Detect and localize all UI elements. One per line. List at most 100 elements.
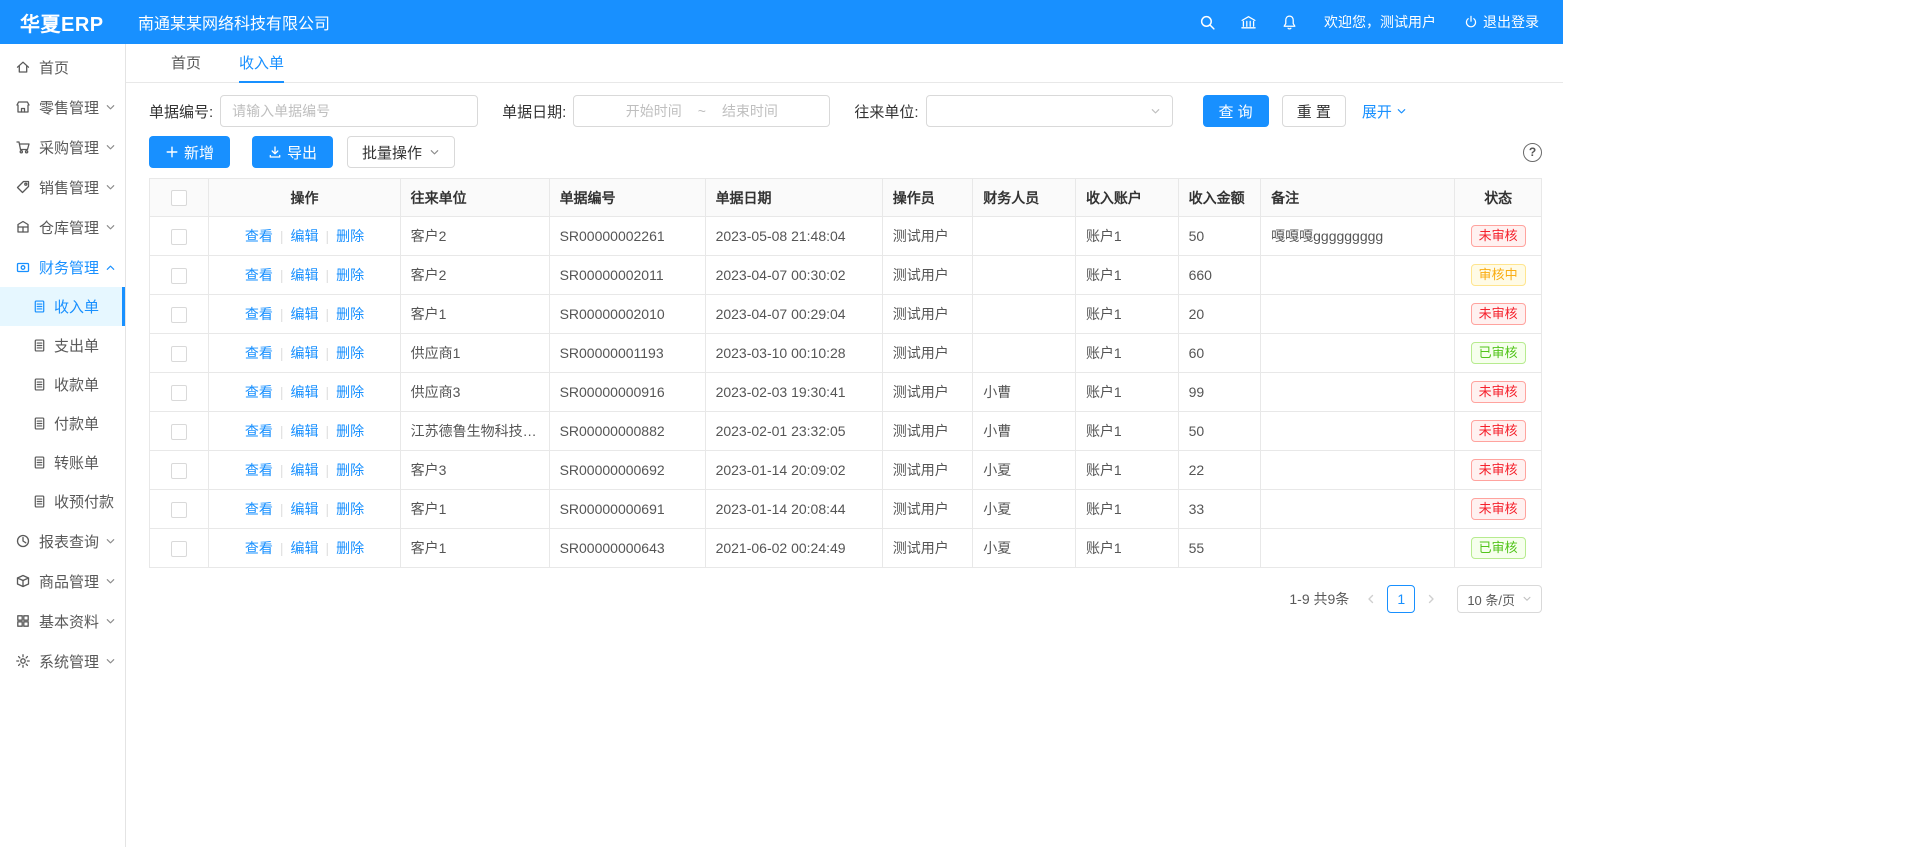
column-header: 操作员 (882, 179, 973, 217)
sidebar-item-advance-payment[interactable]: 收预付款 (0, 482, 125, 521)
chevron-down-icon (105, 576, 116, 587)
status-cell: 已审核 (1455, 334, 1542, 373)
delete-link[interactable]: 删除 (336, 306, 364, 322)
table-row: 查看|编辑|删除客户1SR000000006432021-06-02 00:24… (150, 529, 1542, 568)
sidebar-item-warehouse[interactable]: 仓库管理 (0, 207, 125, 247)
view-link[interactable]: 查看 (245, 423, 273, 439)
view-link[interactable]: 查看 (245, 267, 273, 283)
edit-link[interactable]: 编辑 (290, 501, 318, 517)
actions-cell: 查看|编辑|删除 (209, 295, 400, 334)
row-checkbox[interactable] (171, 502, 187, 518)
delete-link[interactable]: 删除 (336, 228, 364, 244)
doc-date-cell: 2023-04-07 00:30:02 (705, 256, 882, 295)
help-icon[interactable]: ? (1523, 143, 1542, 162)
sidebar-item-home[interactable]: 首页 (0, 47, 125, 87)
tab-income-order[interactable]: 收入单 (239, 44, 284, 83)
row-checkbox[interactable] (171, 307, 187, 323)
delete-link[interactable]: 删除 (336, 267, 364, 283)
sidebar-item-report[interactable]: 报表查询 (0, 521, 125, 561)
search-icon[interactable] (1199, 14, 1216, 31)
search-button[interactable]: 查 询 (1203, 95, 1269, 127)
doc-no-cell: SR00000000882 (549, 412, 705, 451)
view-link[interactable]: 查看 (245, 462, 273, 478)
edit-link[interactable]: 编辑 (290, 306, 318, 322)
status-cell: 未审核 (1455, 217, 1542, 256)
sidebar-item-finance[interactable]: 财务管理 (0, 247, 125, 287)
notification-bell-icon[interactable] (1281, 14, 1298, 31)
remark-cell: 嘎嘎嘎ggggggggg (1261, 217, 1455, 256)
table-row: 查看|编辑|删除江苏德鲁生物科技有限...SR000000008822023-0… (150, 412, 1542, 451)
delete-link[interactable]: 删除 (336, 345, 364, 361)
edit-link[interactable]: 编辑 (290, 345, 318, 361)
row-checkbox[interactable] (171, 424, 187, 440)
status-badge: 未审核 (1471, 498, 1526, 520)
logout-button[interactable]: 退出登录 (1464, 12, 1539, 32)
row-checkbox[interactable] (171, 268, 187, 284)
edit-link[interactable]: 编辑 (290, 462, 318, 478)
income-account-cell: 账户1 (1075, 256, 1178, 295)
next-page-icon[interactable] (1419, 585, 1443, 613)
prev-page-icon[interactable] (1359, 585, 1383, 613)
delete-link[interactable]: 删除 (336, 423, 364, 439)
row-checkbox[interactable] (171, 541, 187, 557)
tab-home[interactable]: 首页 (171, 44, 201, 83)
row-checkbox[interactable] (171, 346, 187, 362)
edit-link[interactable]: 编辑 (290, 267, 318, 283)
partner-select[interactable] (926, 95, 1173, 127)
income-amount-cell: 60 (1178, 334, 1261, 373)
edit-link[interactable]: 编辑 (290, 423, 318, 439)
row-checkbox[interactable] (171, 385, 187, 401)
edit-link[interactable]: 编辑 (290, 540, 318, 556)
row-checkbox[interactable] (171, 463, 187, 479)
page-size-select[interactable]: 10 条/页 (1457, 585, 1542, 613)
income-amount-cell: 50 (1178, 412, 1261, 451)
delete-link[interactable]: 删除 (336, 462, 364, 478)
sidebar-item-system[interactable]: 系统管理 (0, 641, 125, 681)
batch-operations-label: 批量操作 (362, 142, 422, 163)
action-separator: | (325, 540, 329, 556)
reset-button[interactable]: 重 置 (1282, 95, 1346, 127)
sidebar-item-transfer-order[interactable]: 转账单 (0, 443, 125, 482)
view-link[interactable]: 查看 (245, 501, 273, 517)
add-button[interactable]: 新增 (149, 136, 230, 168)
doc-no-input[interactable] (220, 95, 478, 127)
column-header: 操作 (209, 179, 400, 217)
delete-link[interactable]: 删除 (336, 540, 364, 556)
date-range-picker[interactable]: 开始时间 ~ 结束时间 (573, 95, 830, 127)
document-icon (32, 377, 47, 392)
sidebar-item-purchase[interactable]: 采购管理 (0, 127, 125, 167)
finance-icon (15, 259, 31, 275)
edit-link[interactable]: 编辑 (290, 384, 318, 400)
action-separator: | (280, 228, 284, 244)
view-link[interactable]: 查看 (245, 384, 273, 400)
current-page[interactable]: 1 (1387, 585, 1415, 613)
sidebar-item-sales[interactable]: 销售管理 (0, 167, 125, 207)
sidebar-item-goods[interactable]: 商品管理 (0, 561, 125, 601)
view-link[interactable]: 查看 (245, 540, 273, 556)
expand-link[interactable]: 展开 (1362, 101, 1407, 122)
sidebar-item-payment-order[interactable]: 付款单 (0, 404, 125, 443)
select-all-checkbox[interactable] (171, 190, 187, 206)
view-link[interactable]: 查看 (245, 306, 273, 322)
actions-cell: 查看|编辑|删除 (209, 334, 400, 373)
batch-operations-button[interactable]: 批量操作 (347, 136, 455, 168)
view-link[interactable]: 查看 (245, 345, 273, 361)
platform-icon[interactable] (1240, 14, 1257, 31)
delete-link[interactable]: 删除 (336, 384, 364, 400)
delete-link[interactable]: 删除 (336, 501, 364, 517)
sidebar-item-retail[interactable]: 零售管理 (0, 87, 125, 127)
export-button[interactable]: 导出 (252, 136, 333, 168)
income-amount-cell: 660 (1178, 256, 1261, 295)
welcome-user[interactable]: 欢迎您，测试用户 (1324, 12, 1436, 32)
edit-link[interactable]: 编辑 (290, 228, 318, 244)
checkbox-cell (150, 490, 209, 529)
sidebar-item-receipt-order[interactable]: 收款单 (0, 365, 125, 404)
sidebar-item-expense-order[interactable]: 支出单 (0, 326, 125, 365)
document-icon (32, 494, 47, 509)
remark-cell (1261, 412, 1455, 451)
report-icon (15, 533, 31, 549)
sidebar-item-basic[interactable]: 基本资料 (0, 601, 125, 641)
view-link[interactable]: 查看 (245, 228, 273, 244)
sidebar-item-income-order[interactable]: 收入单 (0, 287, 125, 326)
row-checkbox[interactable] (171, 229, 187, 245)
